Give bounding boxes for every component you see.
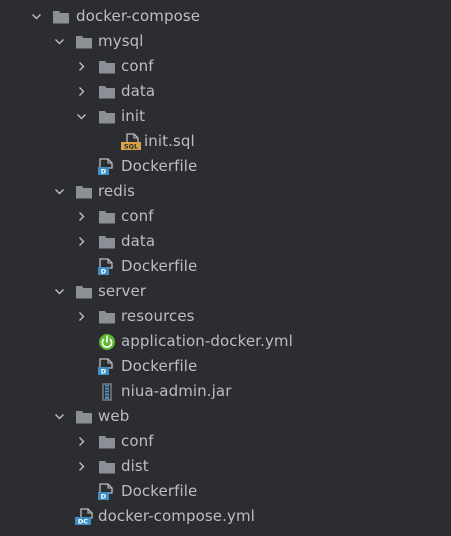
tree-node-application-docker-yml[interactable]: application-docker.yml [0, 329, 451, 354]
tree-node-mysql-init[interactable]: init [0, 104, 451, 129]
tree-node-redis-data[interactable]: data [0, 229, 451, 254]
dockerfile-icon [97, 358, 115, 376]
spring-config-icon [98, 333, 116, 351]
chevron-right-icon[interactable] [76, 86, 87, 97]
tree-node-label: mysql [98, 32, 144, 50]
folder-icon [98, 308, 116, 326]
tree-node-web[interactable]: web [0, 404, 451, 429]
chevron-right-icon[interactable] [76, 236, 87, 247]
tree-node-label: Dockerfile [121, 482, 198, 500]
tree-node-label: application-docker.yml [121, 332, 293, 350]
dockerfile-icon [97, 158, 115, 176]
tree-node-mysql-data[interactable]: data [0, 79, 451, 104]
tree-node-web-conf[interactable]: conf [0, 429, 451, 454]
project-tree: docker-compose mysql conf data init init… [0, 4, 451, 529]
tree-node-redis-conf[interactable]: conf [0, 204, 451, 229]
chevron-down-icon[interactable] [54, 411, 65, 422]
tree-node-mysql-dockerfile[interactable]: Dockerfile [0, 154, 451, 179]
folder-icon [98, 58, 116, 76]
tree-node-label: conf [121, 432, 154, 450]
chevron-down-icon[interactable] [54, 186, 65, 197]
tree-node-label: docker-compose.yml [98, 507, 255, 525]
folder-icon [98, 433, 116, 451]
tree-node-label: data [121, 82, 156, 100]
folder-icon [98, 208, 116, 226]
tree-node-redis-dockerfile[interactable]: Dockerfile [0, 254, 451, 279]
tree-node-label: Dockerfile [121, 157, 198, 175]
tree-node-server-dockerfile[interactable]: Dockerfile [0, 354, 451, 379]
tree-node-label: conf [121, 57, 154, 75]
chevron-down-icon[interactable] [54, 36, 65, 47]
tree-node-redis[interactable]: redis [0, 179, 451, 204]
tree-node-mysql[interactable]: mysql [0, 29, 451, 54]
chevron-down-icon[interactable] [31, 11, 42, 22]
tree-node-server-resources[interactable]: resources [0, 304, 451, 329]
tree-node-label: init [121, 107, 146, 125]
chevron-right-icon[interactable] [76, 436, 87, 447]
tree-node-docker-compose[interactable]: docker-compose [0, 4, 451, 29]
tree-node-label: server [98, 282, 147, 300]
chevron-down-icon[interactable] [54, 286, 65, 297]
tree-node-mysql-conf[interactable]: conf [0, 54, 451, 79]
folder-icon [75, 283, 93, 301]
folder-icon [75, 408, 93, 426]
tree-node-label: data [121, 232, 156, 250]
chevron-down-icon[interactable] [76, 111, 87, 122]
folder-icon [75, 33, 93, 51]
tree-node-docker-compose-yml[interactable]: docker-compose.yml [0, 504, 451, 529]
folder-icon [75, 183, 93, 201]
dockerfile-icon [97, 258, 115, 276]
tree-node-label: docker-compose [76, 7, 201, 25]
tree-node-label: init.sql [144, 132, 195, 150]
chevron-right-icon[interactable] [76, 211, 87, 222]
folder-icon [98, 458, 116, 476]
dockerfile-icon [97, 483, 115, 501]
tree-node-label: niua-admin.jar [121, 382, 232, 400]
sql-file-icon [120, 133, 142, 151]
tree-node-label: redis [98, 182, 136, 200]
tree-node-web-dockerfile[interactable]: Dockerfile [0, 479, 451, 504]
chevron-right-icon[interactable] [76, 461, 87, 472]
tree-node-label: dist [121, 457, 149, 475]
tree-node-niua-admin-jar[interactable]: niua-admin.jar [0, 379, 451, 404]
tree-node-label: conf [121, 207, 154, 225]
jar-file-icon [98, 383, 116, 401]
folder-icon [52, 8, 70, 26]
tree-node-label: Dockerfile [121, 257, 198, 275]
tree-node-label: Dockerfile [121, 357, 198, 375]
folder-icon [98, 108, 116, 126]
tree-node-label: web [98, 407, 130, 425]
folder-icon [98, 83, 116, 101]
tree-node-web-dist[interactable]: dist [0, 454, 451, 479]
docker-compose-icon [74, 508, 96, 526]
chevron-right-icon[interactable] [76, 311, 87, 322]
project-tree-panel: { "tree": { "root": { "label": "docker-c… [0, 0, 451, 536]
folder-icon [98, 233, 116, 251]
tree-node-label: resources [121, 307, 195, 325]
tree-node-server[interactable]: server [0, 279, 451, 304]
chevron-right-icon[interactable] [76, 61, 87, 72]
tree-node-init-sql[interactable]: init.sql [0, 129, 451, 154]
